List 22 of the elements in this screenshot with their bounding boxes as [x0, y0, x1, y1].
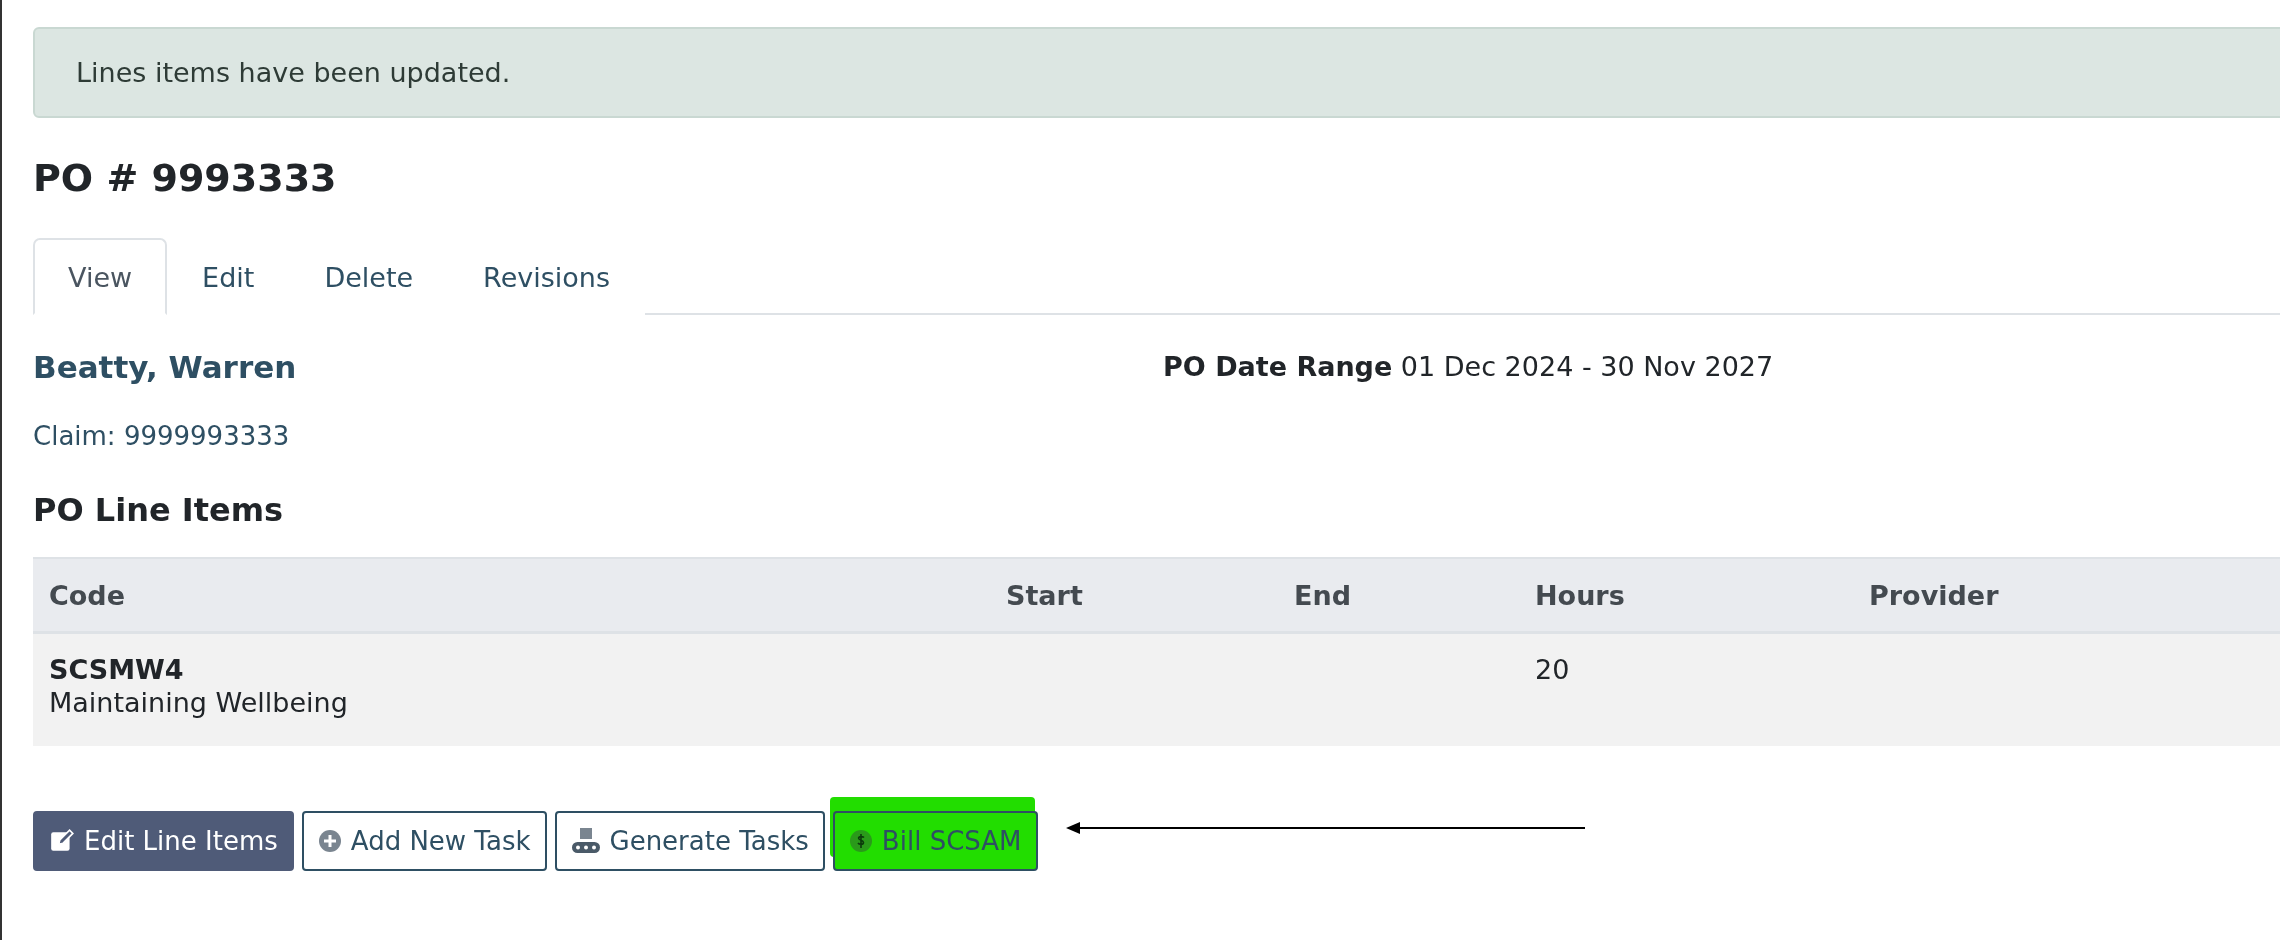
- table-cell: 20: [1535, 654, 1570, 685]
- conveyor-icon: [570, 827, 601, 855]
- action-button[interactable]: Edit Line Items: [33, 811, 294, 871]
- column-header: Start: [1006, 579, 1084, 611]
- description-text: Maintaining Wellbeing: [49, 687, 349, 718]
- column-header: Provider: [1869, 579, 2000, 611]
- column-header: End: [1294, 579, 1352, 611]
- claim-number: Claim: 9999993333: [33, 421, 291, 451]
- code-text: SCSMW4: [49, 654, 185, 685]
- page-title: PO # 9993333: [33, 156, 338, 200]
- plus-circle-icon: [317, 829, 342, 853]
- column-header: Code: [49, 579, 126, 611]
- edit-icon: [49, 828, 75, 854]
- dollar-coin-icon: [848, 829, 873, 853]
- column-header: Hours: [1535, 579, 1626, 611]
- client-name: Beatty, Warren: [33, 349, 298, 385]
- action-button[interactable]: Generate Tasks: [554, 811, 825, 871]
- success-alert: Lines items have been updated.: [33, 27, 2280, 118]
- date-range: PO Date Range 01 Dec 2024 - 30 Nov 2027: [1163, 351, 1775, 384]
- tab[interactable]: View: [33, 238, 168, 315]
- section-title: PO Line Items: [33, 491, 285, 529]
- action-button[interactable]: Add New Task: [301, 811, 547, 871]
